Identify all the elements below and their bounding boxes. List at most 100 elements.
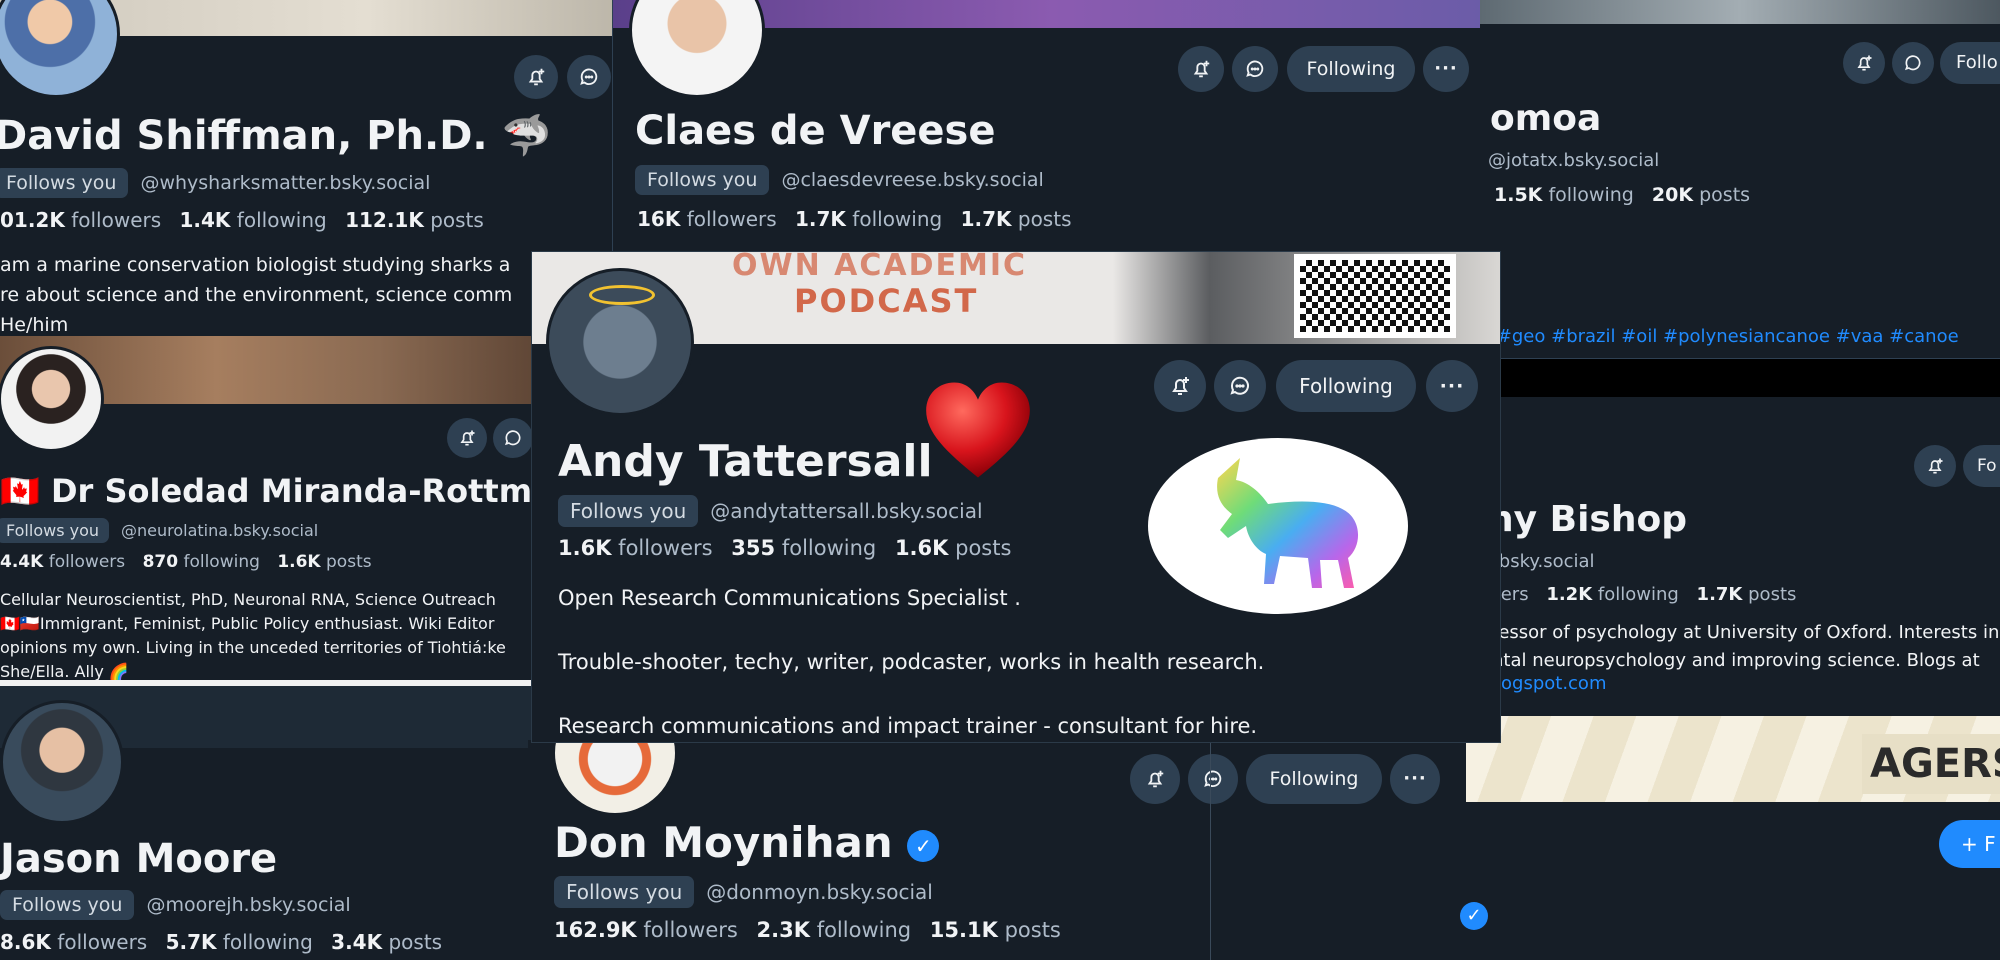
blog-link[interactable]: logspot.com (1496, 673, 1606, 694)
avatar[interactable] (0, 0, 120, 98)
avatar[interactable] (0, 700, 124, 824)
verified-badge-icon[interactable]: ✓ (907, 829, 940, 862)
display-name-text: Dr Soledad Miranda-Rottmar (50, 472, 540, 510)
handle[interactable]: @donmoyn.bsky.social (706, 880, 933, 904)
chat-bubble-icon (1905, 55, 1921, 71)
display-name: Jason Moore (0, 836, 278, 882)
followers-stat[interactable]: 4.4K followers (0, 552, 125, 572)
chat-bubble-icon (1246, 60, 1264, 78)
handle[interactable]: @andytattersall.bsky.social (710, 499, 982, 523)
bell-plus-icon (1193, 60, 1210, 78)
banner-image (1466, 359, 2000, 397)
profile-card-devreese: Following ··· Claes de Vreese Follows yo… (612, 0, 1493, 252)
message-button[interactable] (1232, 46, 1278, 92)
following-stat[interactable]: 2.3K following (757, 918, 912, 942)
chat-bubble-icon (1230, 376, 1249, 395)
halo-icon (589, 285, 655, 305)
following-stat[interactable]: 1.7K following (795, 207, 942, 231)
following-button[interactable]: Following (1246, 754, 1382, 804)
bell-plus-icon (460, 430, 475, 446)
notify-button[interactable] (1914, 445, 1956, 487)
followers-stat[interactable]: 1.6K followers (558, 536, 713, 560)
stats-row: 4.4K followers 870 following 1.6K posts (0, 552, 384, 572)
following-stat[interactable]: 870 following (143, 552, 260, 572)
more-options-button[interactable]: ··· (1426, 360, 1478, 412)
display-name: 🇨🇦 Dr Soledad Miranda-Rottmar (0, 472, 540, 510)
followers-stat[interactable]: 01.2K followers (0, 208, 161, 232)
notify-button[interactable] (1178, 46, 1224, 92)
followers-stat[interactable]: 16K followers (637, 207, 777, 231)
notify-button[interactable] (1130, 754, 1180, 804)
following-stat[interactable]: 1.5K following (1494, 184, 1634, 206)
message-button[interactable] (1188, 754, 1238, 804)
avatar[interactable] (552, 740, 678, 816)
followers-stat[interactable]: 162.9K followers (554, 918, 738, 942)
chat-bubble-icon (1204, 770, 1222, 788)
notify-button[interactable] (1843, 42, 1885, 84)
handle-row: Follows you @claesdevreese.bsky.social (635, 165, 1044, 195)
notify-button[interactable] (447, 418, 487, 458)
handle[interactable]: @moorejh.bsky.social (146, 894, 350, 916)
stats-row: 162.9K followers 2.3K following 15.1K po… (554, 918, 1073, 942)
notify-button[interactable] (514, 55, 558, 99)
handle[interactable]: @neurolatina.bsky.social (121, 521, 318, 540)
avatar[interactable] (546, 268, 694, 416)
handle-row: Follows you @neurolatina.bsky.social (0, 518, 318, 543)
posts-stat: 1.6K posts (277, 552, 372, 572)
message-button[interactable] (567, 55, 611, 99)
following-stat[interactable]: 5.7K following (166, 930, 313, 954)
more-options-button[interactable]: ··· (1390, 754, 1440, 804)
handle[interactable]: @whysharksmatter.bsky.social (140, 172, 430, 194)
handle-row: Follows you @donmoyn.bsky.social (554, 876, 933, 908)
following-button[interactable]: Fo (1963, 445, 2000, 487)
followers-stat[interactable]: 8.6K followers (0, 930, 147, 954)
posts-stat: 3.4K posts (331, 930, 443, 954)
banner-title-line2: PODCAST (794, 282, 979, 320)
profile-card-far-right: AGERS + F (1466, 716, 2000, 960)
profile-card-jotatx: Follo omoa @jotatx.bsky.social 1.5K foll… (1480, 0, 2000, 360)
following-button[interactable]: Following (1287, 46, 1415, 92)
display-name-text: David Shiffman, Ph.D. (0, 113, 488, 159)
handle[interactable]: @claesdevreese.bsky.social (781, 169, 1043, 191)
avatar[interactable] (629, 0, 765, 98)
message-button[interactable] (1892, 42, 1934, 84)
more-options-button[interactable]: ··· (1423, 46, 1469, 92)
stats-row: 16K followers 1.7K following 1.7K posts (637, 207, 1084, 231)
bio: Cellular Neuroscientist, PhD, Neuronal R… (0, 590, 506, 681)
notify-button[interactable] (1154, 360, 1206, 412)
heart-emoji (926, 382, 1030, 478)
following-stat[interactable]: 355 following (731, 536, 876, 560)
canada-flag-emoji: 🇨🇦 (0, 472, 40, 510)
bell-plus-icon (1928, 458, 1943, 474)
handle[interactable]: @jotatx.bsky.social (1488, 150, 1659, 171)
display-name: Don Moynihan ✓ (554, 818, 940, 867)
following-stat[interactable]: 1.4K following (180, 208, 327, 232)
following-button[interactable]: Follo (1940, 42, 2000, 84)
display-name: Andy Tattersall (558, 436, 933, 487)
bio: am a marine conservation biologist study… (0, 254, 513, 336)
posts-stat: 1.7K posts (960, 207, 1072, 231)
verified-badge-icon: ✓ (1460, 902, 1488, 930)
follow-button[interactable]: + F (1939, 820, 2000, 868)
handle-row: Follows you @whysharksmatter.bsky.social (0, 168, 430, 198)
follows-you-badge: Follows you (0, 518, 110, 543)
posts-stat: 20K posts (1651, 184, 1751, 206)
bell-plus-icon (1857, 55, 1872, 71)
follows-you-badge: Follows you (0, 168, 129, 198)
following-button[interactable]: Following (1276, 360, 1416, 412)
avatar[interactable] (0, 346, 104, 452)
display-name: David Shiffman, Ph.D. 🦈 (0, 112, 551, 159)
profile-card-moynihan: Following ··· Don Moynihan ✓ Follows you… (528, 740, 1464, 960)
posts-stat: 1.7K posts (1696, 584, 1797, 605)
banner-image (1480, 0, 2000, 24)
bell-plus-icon (528, 68, 545, 86)
display-name-text: Don Moynihan (554, 818, 893, 867)
message-button[interactable] (1214, 360, 1266, 412)
profile-card-tattersall: OWN ACADEMIC PODCAST Following ··· Andy … (532, 252, 1500, 742)
bio-hashtags[interactable]: e #geo #brazil #oil #polynesiancanoe #va… (1480, 326, 1959, 347)
follows-you-badge: Follows you (0, 890, 135, 920)
message-button[interactable] (493, 418, 533, 458)
following-stat[interactable]: 1.2K following (1546, 584, 1679, 605)
handle-row: Follows you @moorejh.bsky.social (0, 890, 351, 920)
stats-row: wers 1.2K following 1.7K posts (1486, 584, 1808, 605)
